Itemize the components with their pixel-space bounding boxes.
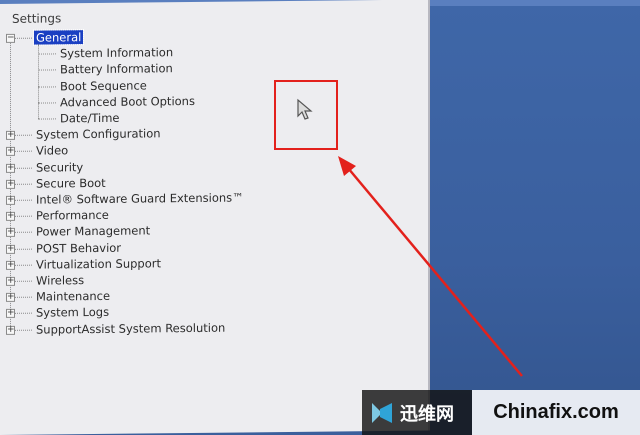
red-arrow — [338, 156, 523, 377]
watermark-left: 迅维网 — [362, 390, 472, 435]
watermark-en-text: Chinafix.com — [493, 401, 619, 423]
chinafix-logo-icon — [372, 402, 392, 423]
watermark-cn-text: 迅维网 — [400, 403, 454, 425]
watermark: 迅维网 Chinafix.com — [362, 390, 640, 435]
watermark-right: Chinafix.com — [472, 390, 640, 435]
